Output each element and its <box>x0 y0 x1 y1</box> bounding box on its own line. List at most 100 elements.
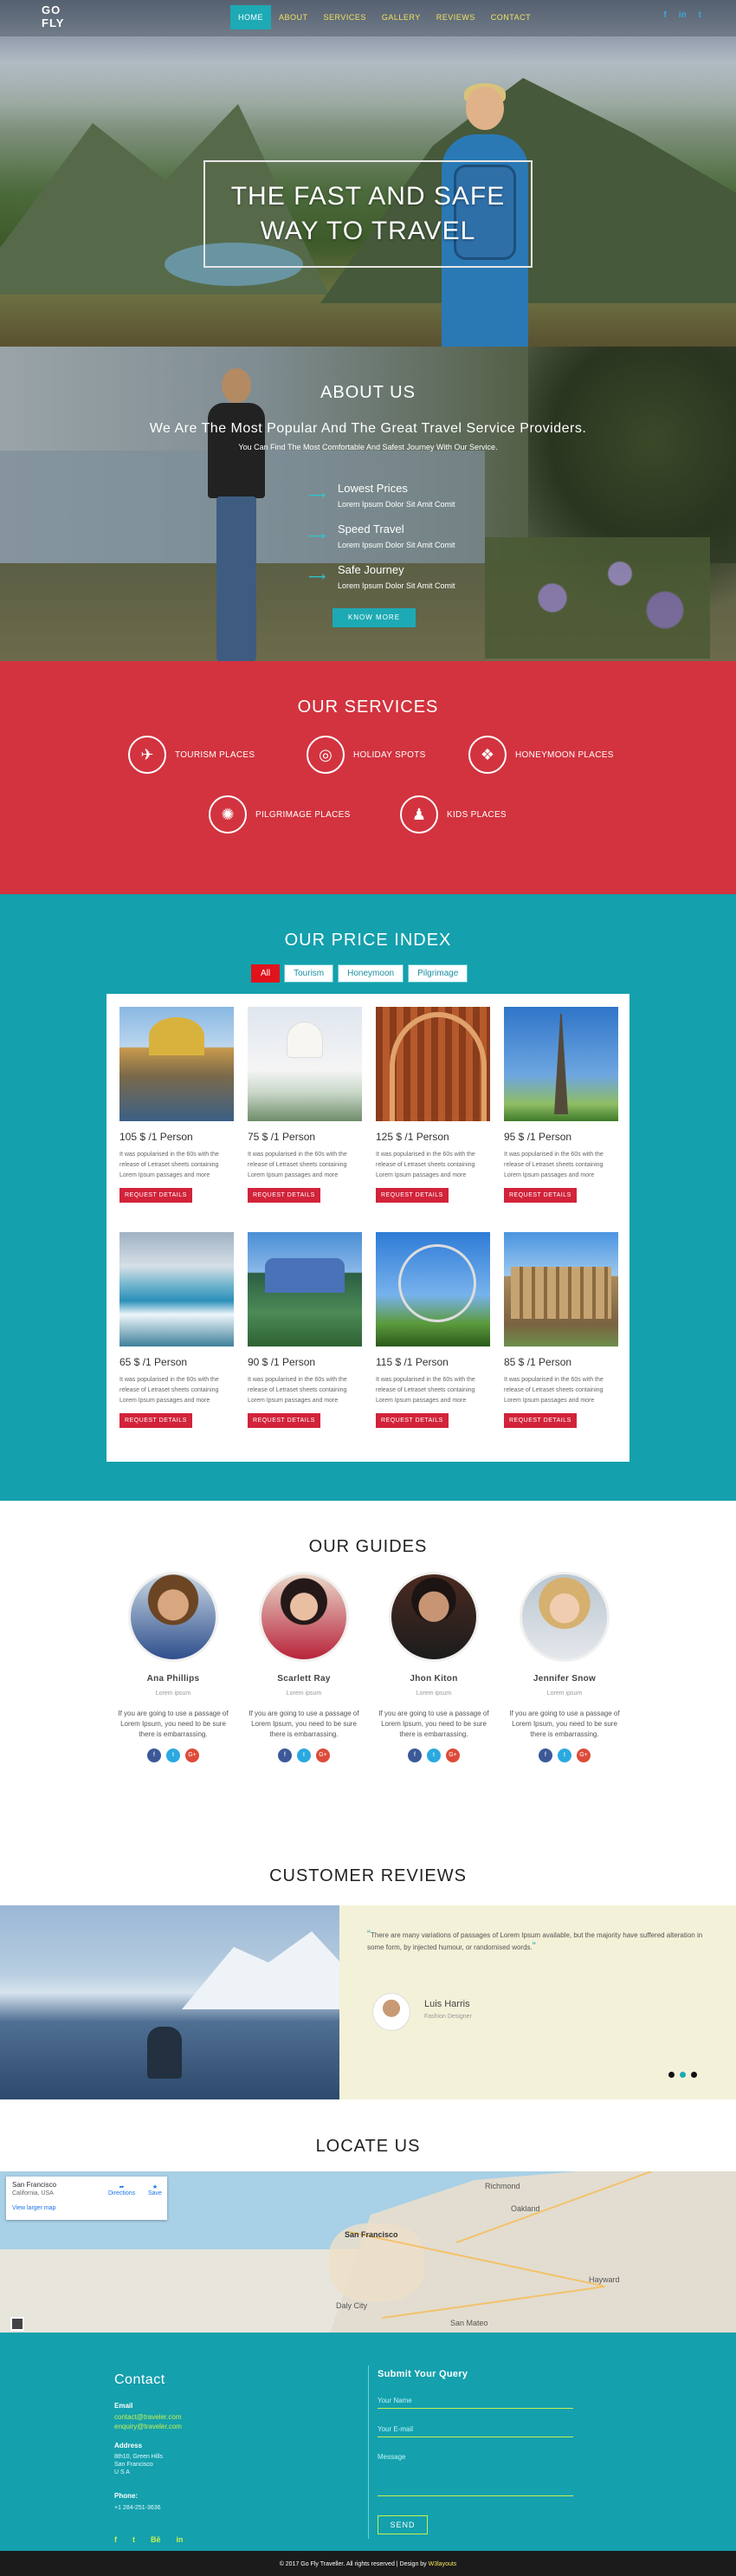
feature-title: Lowest Prices <box>338 482 408 495</box>
eiffel-tower-image[interactable] <box>504 1007 618 1121</box>
request-details-button[interactable]: REQUEST DETAILS <box>119 1188 192 1203</box>
waterfall-image[interactable] <box>119 1232 234 1346</box>
email-link[interactable]: enquiry@traveler.com <box>114 2422 182 2431</box>
quote-close-icon: ” <box>532 1940 536 1952</box>
request-details-button[interactable]: REQUEST DETAILS <box>504 1188 577 1203</box>
colosseum-image[interactable] <box>504 1232 618 1346</box>
twitter-icon[interactable]: t <box>427 1749 441 1762</box>
feature-desc: Lorem Ipsum Dolor Sit Amit Comit <box>338 541 455 549</box>
heart-icon: ❖ <box>468 736 507 774</box>
map-label: Daly City <box>336 2301 368 2310</box>
nav-home[interactable]: HOME <box>230 5 271 29</box>
service-label: HOLIDAY SPOTS <box>353 749 426 760</box>
card-price: 125 $ /1 Person <box>376 1131 449 1143</box>
request-details-button[interactable]: REQUEST DETAILS <box>376 1188 449 1203</box>
card-price: 65 $ /1 Person <box>119 1356 188 1368</box>
email-field[interactable]: Your E-mail <box>378 2424 573 2437</box>
carousel-dot-active[interactable] <box>680 2072 686 2078</box>
nav-reviews[interactable]: REVIEWS <box>429 5 483 29</box>
request-details-button[interactable]: REQUEST DETAILS <box>504 1413 577 1428</box>
facebook-icon[interactable]: f <box>114 2535 117 2544</box>
avatar <box>259 1572 349 1662</box>
binoculars-icon: ◎ <box>307 736 345 774</box>
google-plus-icon[interactable]: G+ <box>185 1749 199 1762</box>
save-button[interactable]: ★ Save <box>148 2183 162 2196</box>
twitter-icon[interactable]: t <box>699 10 701 20</box>
credit-link[interactable]: W3layouts <box>429 2561 457 2567</box>
facebook-icon[interactable]: f <box>663 10 666 20</box>
behance-icon[interactable]: Bē <box>151 2535 161 2544</box>
linkedin-icon[interactable]: in <box>177 2535 184 2544</box>
palace-image[interactable] <box>248 1232 362 1346</box>
nav-gallery[interactable]: GALLERY <box>374 5 429 29</box>
map-embed[interactable]: San Francisco Oakland Daly City San Mate… <box>0 2171 736 2333</box>
map-label: San Mateo <box>450 2319 488 2327</box>
twitter-icon[interactable]: t <box>558 1749 571 1762</box>
carousel-dot[interactable] <box>668 2072 675 2078</box>
card-desc: It was popularised in the 60s with the r… <box>504 1377 604 1404</box>
facebook-icon[interactable]: f <box>539 1749 552 1762</box>
dome-of-the-rock-image[interactable] <box>119 1007 234 1121</box>
service-kids[interactable]: ♟ KIDS PLACES <box>400 795 507 834</box>
google-plus-icon[interactable]: G+ <box>316 1749 330 1762</box>
cathedral-interior-image[interactable] <box>376 1007 490 1121</box>
directions-button[interactable]: ➦ Directions <box>108 2183 135 2196</box>
guide-socials: f t G+ <box>506 1749 623 1762</box>
service-honeymoon[interactable]: ❖ HONEYMOON PLACES <box>468 736 614 774</box>
guide-role: Lorem ipsum <box>546 1690 583 1697</box>
locate-title: LOCATE US <box>315 2137 421 2156</box>
nav-contact[interactable]: CONTACT <box>483 5 539 29</box>
request-details-button[interactable]: REQUEST DETAILS <box>248 1413 320 1428</box>
guide-card: Jhon Kiton Lorem ipsum If you are going … <box>375 1572 493 1762</box>
nav-services[interactable]: SERVICES <box>316 5 374 29</box>
name-field[interactable]: Your Name <box>378 2395 573 2409</box>
card-desc: It was popularised in the 60s with the r… <box>119 1377 219 1404</box>
feature-title: Safe Journey <box>338 563 404 576</box>
filter-honeymoon[interactable]: Honeymoon <box>338 964 404 983</box>
facebook-icon[interactable]: f <box>147 1749 161 1762</box>
guides-title: OUR GUIDES <box>308 1537 428 1556</box>
google-plus-icon[interactable]: G+ <box>446 1749 460 1762</box>
google-plus-icon[interactable]: G+ <box>577 1749 591 1762</box>
copyright-text: © 2017 Go Fly Traveller. All rights rese… <box>279 2561 429 2567</box>
london-eye-image[interactable] <box>376 1232 490 1346</box>
guides-section: OUR GUIDES Ana Phillips Lorem ipsum If y… <box>0 1501 736 1859</box>
twitter-icon[interactable]: t <box>166 1749 180 1762</box>
request-details-button[interactable]: REQUEST DETAILS <box>248 1188 320 1203</box>
card-price: 105 $ /1 Person <box>119 1131 193 1143</box>
brand-logo[interactable]: GO FLY <box>42 3 64 29</box>
arrow-right-icon: ⟶ <box>308 529 326 542</box>
price-card: 95 $ /1 Person It was popularised in the… <box>504 1007 618 1203</box>
send-button[interactable]: SEND <box>378 2515 428 2534</box>
service-holiday[interactable]: ◎ HOLIDAY SPOTS <box>307 736 426 774</box>
email-link[interactable]: contact@traveler.com <box>114 2412 181 2422</box>
view-larger-map-link[interactable]: View larger map <box>12 2205 161 2211</box>
nav-about[interactable]: ABOUT <box>271 5 316 29</box>
filter-pilgrimage[interactable]: Pilgrimage <box>408 964 468 983</box>
facebook-icon[interactable]: f <box>408 1749 422 1762</box>
know-more-button[interactable]: KNOW MORE <box>332 608 416 627</box>
request-details-button[interactable]: REQUEST DETAILS <box>376 1413 449 1428</box>
filter-tourism[interactable]: Tourism <box>284 964 334 983</box>
reviewer-role: Fashion Designer <box>424 2014 472 2020</box>
message-field[interactable]: Message <box>378 2453 573 2496</box>
map-thumbnail-icon[interactable] <box>10 2317 24 2331</box>
card-price: 85 $ /1 Person <box>504 1356 572 1368</box>
linkedin-icon[interactable]: in <box>679 10 687 20</box>
twitter-icon[interactable]: t <box>297 1749 311 1762</box>
filter-all[interactable]: All <box>251 964 281 983</box>
carousel-dot[interactable] <box>691 2072 697 2078</box>
hero-title-box: THE FAST AND SAFE WAY TO TRAVEL <box>203 160 533 268</box>
service-pilgrimage[interactable]: ✺ PILGRIMAGE PLACES <box>209 795 351 834</box>
main-nav: HOME ABOUT SERVICES GALLERY REVIEWS CONT… <box>230 5 539 29</box>
address-line: U S A <box>114 2469 130 2475</box>
map-label: Oakland <box>511 2204 540 2213</box>
price-grid: 105 $ /1 Person It was popularised in th… <box>107 994 629 1462</box>
twitter-icon[interactable]: t <box>132 2535 135 2544</box>
request-details-button[interactable]: REQUEST DETAILS <box>119 1413 192 1428</box>
contact-socials: f t Bē in <box>114 2535 184 2544</box>
facebook-icon[interactable]: f <box>278 1749 292 1762</box>
taj-mahal-image[interactable] <box>248 1007 362 1121</box>
service-tourism[interactable]: ✈ TOURISM PLACES <box>128 736 255 774</box>
guide-name: Jennifer Snow <box>533 1674 597 1684</box>
